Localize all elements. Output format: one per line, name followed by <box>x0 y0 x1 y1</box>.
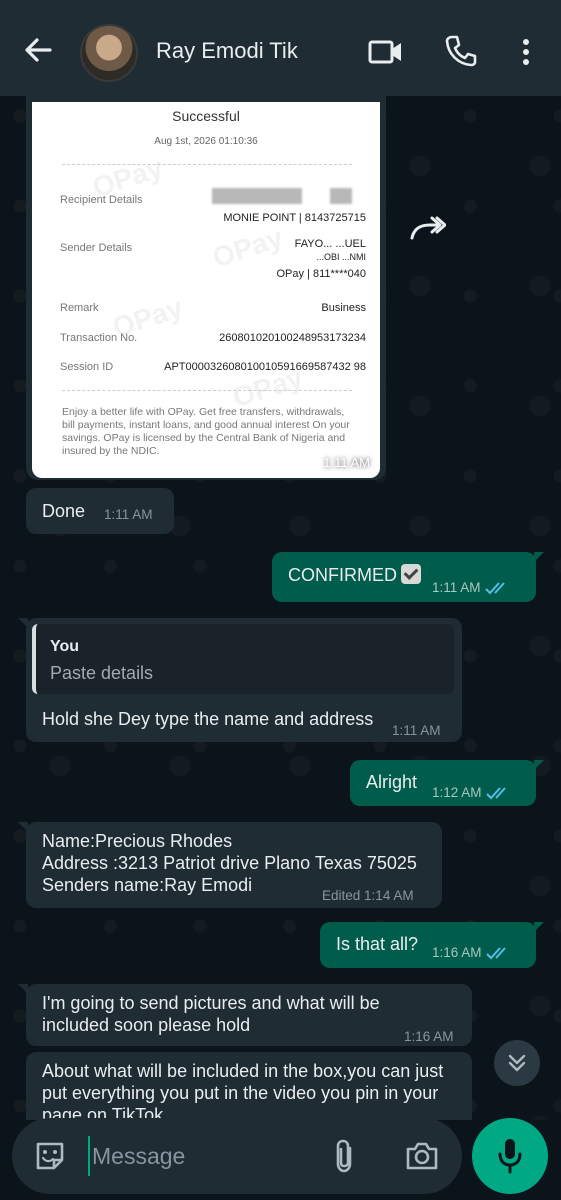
more-options-icon[interactable] <box>516 36 536 68</box>
message-line: About what will be included in the box,y… <box>42 1061 444 1081</box>
receipt-value: OPay | 811****040 <box>276 268 367 280</box>
redacted-text <box>330 188 352 204</box>
receipt-divider <box>62 164 352 165</box>
receipt-datetime: Aug 1st, 2026 01:10:36 <box>154 136 258 147</box>
back-arrow-icon[interactable] <box>18 30 58 70</box>
chat-header: Ray Emodi Tik <box>0 0 561 96</box>
message-time: 1:16 AM <box>404 1029 454 1044</box>
message-time: 1:11 AM <box>323 455 370 470</box>
phone-call-icon[interactable] <box>444 34 478 68</box>
message-text: Hold she Dey type the name and address <box>42 709 374 729</box>
incoming-message[interactable]: Name:Precious Rhodes Address :3213 Patri… <box>18 822 442 908</box>
receipt-divider <box>62 390 352 391</box>
incoming-message[interactable]: I'm going to send pictures and what will… <box>18 984 472 1046</box>
outgoing-message[interactable]: Is that all? 1:16 AM <box>320 922 544 968</box>
camera-icon[interactable] <box>404 1138 440 1174</box>
message-time: 1:11 AM <box>392 723 441 738</box>
sticker-emoji-icon[interactable] <box>32 1138 68 1174</box>
contact-avatar[interactable] <box>80 24 138 82</box>
receipt-label: Session ID <box>60 361 114 373</box>
message-line: Address :3213 Patriot drive Plano Texas … <box>42 853 417 873</box>
message-time: Edited 1:14 AM <box>322 888 414 903</box>
double-chevron-down-icon <box>508 1054 526 1072</box>
message-line: Senders name:Ray Emodi <box>42 875 253 895</box>
scroll-to-bottom-button[interactable] <box>494 1040 540 1086</box>
contact-name[interactable]: Ray Emodi Tik <box>156 38 298 64</box>
read-receipt-icon <box>485 787 506 800</box>
message-text: Alright <box>366 772 418 792</box>
receipt-footer: Enjoy a better life with OPay. Get free … <box>62 406 350 457</box>
read-receipt-icon <box>484 582 505 595</box>
receipt-value: APT000032608010010591669587432 98 <box>164 361 366 373</box>
receipt-value: MONIE POINT | 8143725715 <box>223 212 366 224</box>
attachment-icon[interactable] <box>330 1138 360 1174</box>
video-call-icon[interactable] <box>368 36 404 68</box>
receipt-status: Successful <box>172 108 240 124</box>
voice-message-button[interactable] <box>472 1118 548 1194</box>
outgoing-message[interactable]: Alright 1:12 AM <box>350 760 544 806</box>
message-time: 1:16 AM <box>432 942 510 964</box>
whatsapp-chat-screen: Ray Emodi Tik OPay OPay OPay OPay Succes… <box>0 0 561 1200</box>
receipt-label: Sender Details <box>60 242 133 254</box>
incoming-message[interactable]: Done 1:11 AM <box>26 488 174 534</box>
receipt-label: Remark <box>60 302 99 314</box>
incoming-reply-message[interactable]: You Paste details Hold she Dey type the … <box>18 618 462 742</box>
quoted-message[interactable]: You Paste details <box>32 624 454 694</box>
message-time: 1:12 AM <box>432 782 510 804</box>
message-text: CONFIRMED <box>288 564 421 586</box>
message-list[interactable]: OPay OPay OPay OPay Successful Aug 1st, … <box>0 96 561 1120</box>
receipt-watermark: OPay <box>208 221 287 274</box>
receipt-value: FAYO... ...UEL <box>294 238 366 250</box>
message-line: I'm going to send pictures and what will… <box>42 993 380 1013</box>
quoted-text: Paste details <box>50 663 154 683</box>
edited-label: Edited <box>322 888 361 903</box>
message-text: Is that all? <box>336 934 419 954</box>
receipt-label: Transaction No. <box>60 332 138 344</box>
microphone-icon <box>498 1139 522 1174</box>
redacted-text <box>212 188 302 204</box>
message-composer <box>12 1118 462 1194</box>
transaction-receipt-image: OPay OPay OPay OPay Successful Aug 1st, … <box>32 102 380 478</box>
outgoing-message[interactable]: CONFIRMED 1:11 AM <box>272 552 544 602</box>
message-input[interactable] <box>88 1136 308 1176</box>
receipt-value: ...OBI ...NMI <box>316 252 366 262</box>
check-mark-emoji-icon <box>401 564 421 584</box>
receipt-label: Recipient Details <box>60 194 143 206</box>
forward-icon[interactable] <box>408 214 446 244</box>
message-line: put everything you put in the video you … <box>42 1083 439 1103</box>
message-text: Done <box>42 501 86 521</box>
message-line: Name:Precious Rhodes <box>42 831 233 851</box>
receipt-value: 260801020100248953173234 <box>219 332 366 344</box>
quoted-author: You <box>50 638 80 655</box>
message-time: 1:11 AM <box>104 507 153 522</box>
message-time: 1:11 AM <box>432 577 509 599</box>
incoming-message[interactable]: About what will be included in the box,y… <box>26 1052 472 1120</box>
read-receipt-icon <box>485 947 506 960</box>
image-message[interactable]: OPay OPay OPay OPay Successful Aug 1st, … <box>26 96 386 480</box>
receipt-value: Business <box>321 302 366 314</box>
message-line: included soon please hold <box>42 1015 251 1035</box>
